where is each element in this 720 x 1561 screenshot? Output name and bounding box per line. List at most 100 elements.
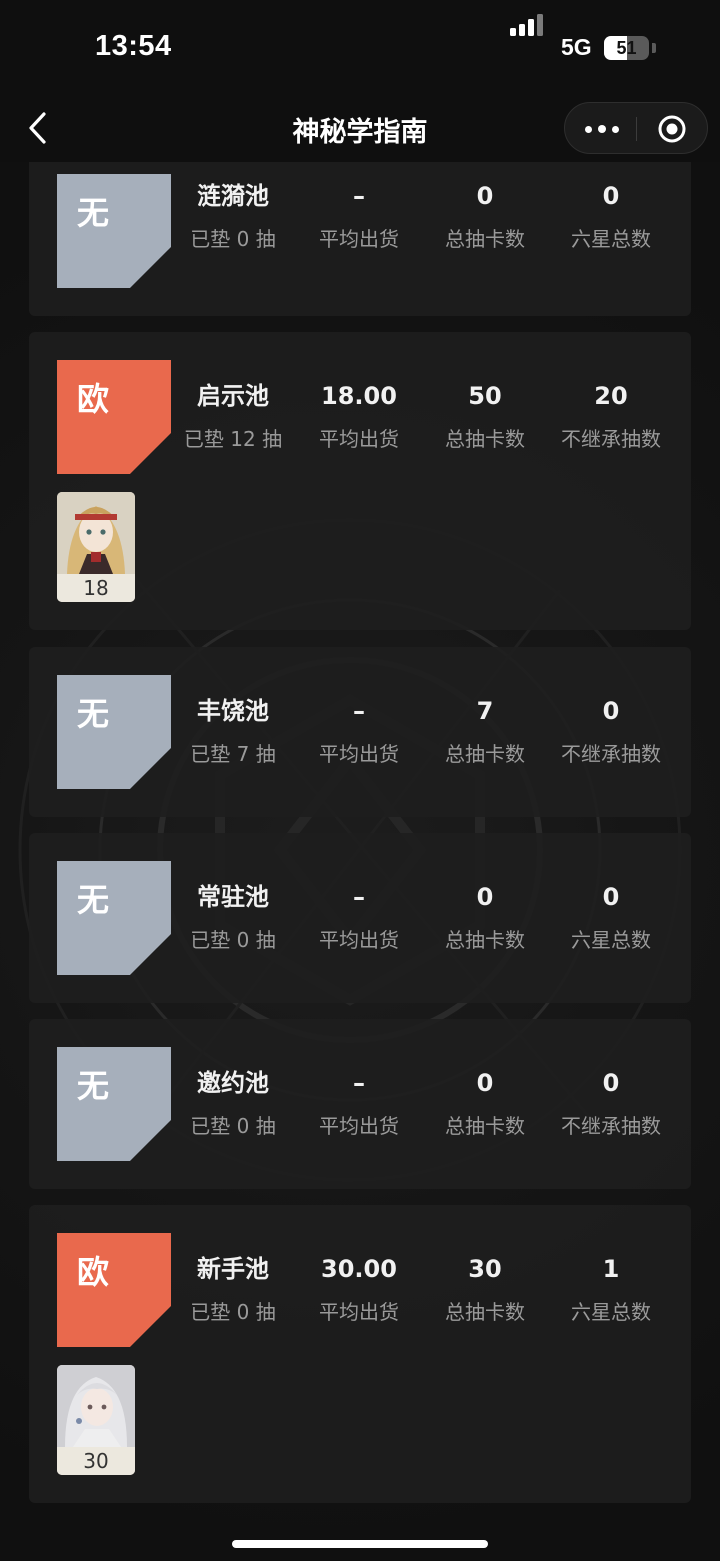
pool-name-stat: 常驻池 已垫 0 抽 [170, 881, 296, 953]
avg-stat: – 平均出货 [296, 180, 422, 252]
extra-value: 0 [602, 883, 620, 911]
total-label: 总抽卡数 [445, 928, 525, 952]
pool-list: 无 涟漪池 已垫 0 抽 – 平均出货 0 总抽卡数 0 六星总数 欧 启示池 … [0, 162, 720, 1561]
total-label: 总抽卡数 [445, 742, 525, 766]
more-dot [612, 126, 619, 133]
avg-label: 平均出货 [319, 742, 399, 766]
extra-stat: 0 不继承抽数 [548, 1067, 674, 1139]
pool-card[interactable]: 无 涟漪池 已垫 0 抽 – 平均出货 0 总抽卡数 0 六星总数 [29, 162, 691, 316]
avg-value: – [353, 182, 365, 210]
rank-badge: 欧 [57, 1233, 171, 1347]
avg-value: – [353, 883, 365, 911]
avg-value: 18.00 [321, 382, 397, 410]
rank-label: 无 [77, 695, 110, 733]
extra-label: 六星总数 [571, 227, 651, 251]
extra-value: 0 [602, 182, 620, 210]
nav-bar: 神秘学指南 [0, 96, 720, 162]
extra-stat: 0 六星总数 [548, 180, 674, 252]
network-type: 5G [561, 34, 592, 60]
rank-label: 无 [77, 881, 110, 919]
extra-label: 不继承抽数 [561, 742, 661, 766]
extra-value: 0 [602, 697, 620, 725]
pool-card[interactable]: 欧 启示池 已垫 12 抽 18.00 平均出货 50 总抽卡数 20 不继承抽… [29, 332, 691, 630]
close-button[interactable] [653, 110, 691, 148]
total-stat: 50 总抽卡数 [422, 380, 548, 452]
total-value: 0 [476, 883, 494, 911]
pool-card[interactable]: 无 丰饶池 已垫 7 抽 – 平均出货 7 总抽卡数 0 不继承抽数 [29, 647, 691, 817]
pool-name-stat: 丰饶池 已垫 7 抽 [170, 695, 296, 767]
pool-card[interactable]: 无 邀约池 已垫 0 抽 – 平均出货 0 总抽卡数 0 不继承抽数 [29, 1019, 691, 1189]
total-value: 0 [476, 1069, 494, 1097]
rank-badge: 无 [57, 174, 171, 288]
avg-stat: – 平均出货 [296, 881, 422, 953]
total-value: 0 [476, 182, 494, 210]
rank-label: 欧 [77, 380, 110, 418]
character-portrait-icon [57, 492, 135, 574]
pool-pity: 已垫 0 抽 [190, 928, 276, 952]
battery-level: 51 [616, 38, 637, 58]
total-label: 总抽卡数 [445, 227, 525, 251]
total-stat: 0 总抽卡数 [422, 1067, 548, 1139]
more-dot [598, 125, 606, 133]
avg-value: – [353, 1069, 365, 1097]
back-button[interactable] [20, 108, 60, 148]
pool-name: 新手池 [197, 1255, 269, 1283]
character-thumbnail[interactable]: 18 [57, 492, 135, 602]
pool-card[interactable]: 无 常驻池 已垫 0 抽 – 平均出货 0 总抽卡数 0 六星总数 [29, 833, 691, 1003]
total-label: 总抽卡数 [445, 1114, 525, 1138]
character-portrait-icon [57, 1365, 135, 1447]
extra-value: 1 [602, 1255, 620, 1283]
pool-card[interactable]: 欧 新手池 已垫 0 抽 30.00 平均出货 30 总抽卡数 1 六星总数 3… [29, 1205, 691, 1503]
more-dots-icon [585, 126, 592, 133]
extra-stat: 0 不继承抽数 [548, 695, 674, 767]
status-bar: 13:54 5G 51 [0, 0, 720, 96]
avg-stat: – 平均出货 [296, 1067, 422, 1139]
pool-name-stat: 涟漪池 已垫 0 抽 [170, 180, 296, 252]
pool-pity: 已垫 7 抽 [190, 742, 276, 766]
avg-label: 平均出货 [319, 227, 399, 251]
capsule-divider [636, 117, 637, 141]
avg-value: 30.00 [321, 1255, 397, 1283]
extra-stat: 0 六星总数 [548, 881, 674, 953]
total-label: 总抽卡数 [445, 1300, 525, 1324]
rank-badge: 无 [57, 1047, 171, 1161]
extra-stat: 20 不继承抽数 [548, 380, 674, 452]
pool-pity: 已垫 0 抽 [190, 1300, 276, 1324]
extra-stat: 1 六星总数 [548, 1253, 674, 1325]
pool-name: 丰饶池 [197, 697, 269, 725]
battery-icon: 51 [604, 36, 649, 60]
rank-badge: 欧 [57, 360, 171, 474]
avg-label: 平均出货 [319, 1114, 399, 1138]
extra-label: 不继承抽数 [561, 1114, 661, 1138]
more-button[interactable] [577, 109, 627, 149]
status-time: 13:54 [95, 30, 172, 62]
avg-stat: 30.00 平均出货 [296, 1253, 422, 1325]
mini-program-capsule [564, 102, 708, 154]
avg-stat: – 平均出货 [296, 695, 422, 767]
page-title: 神秘学指南 [292, 117, 428, 148]
pool-name: 常驻池 [197, 883, 269, 911]
chevron-left-icon [29, 112, 46, 144]
target-circle-icon [658, 115, 686, 143]
total-stat: 30 总抽卡数 [422, 1253, 548, 1325]
extra-value: 0 [602, 1069, 620, 1097]
pool-name: 启示池 [197, 382, 269, 410]
pool-pity: 已垫 0 抽 [190, 1114, 276, 1138]
total-value: 7 [476, 697, 494, 725]
avg-label: 平均出货 [319, 427, 399, 451]
rank-label: 无 [77, 194, 110, 232]
pull-count: 18 [57, 574, 135, 602]
total-value: 30 [468, 1255, 502, 1283]
pool-pity: 已垫 12 抽 [183, 427, 283, 451]
pull-count: 30 [57, 1447, 135, 1475]
pool-name-stat: 新手池 已垫 0 抽 [170, 1253, 296, 1325]
rank-badge: 无 [57, 675, 171, 789]
pool-pity: 已垫 0 抽 [190, 227, 276, 251]
rank-label: 无 [77, 1067, 110, 1105]
extra-value: 20 [594, 382, 628, 410]
pool-name: 邀约池 [197, 1069, 269, 1097]
avg-stat: 18.00 平均出货 [296, 380, 422, 452]
character-thumbnail[interactable]: 30 [57, 1365, 135, 1475]
pool-name-stat: 邀约池 已垫 0 抽 [170, 1067, 296, 1139]
total-stat: 7 总抽卡数 [422, 695, 548, 767]
